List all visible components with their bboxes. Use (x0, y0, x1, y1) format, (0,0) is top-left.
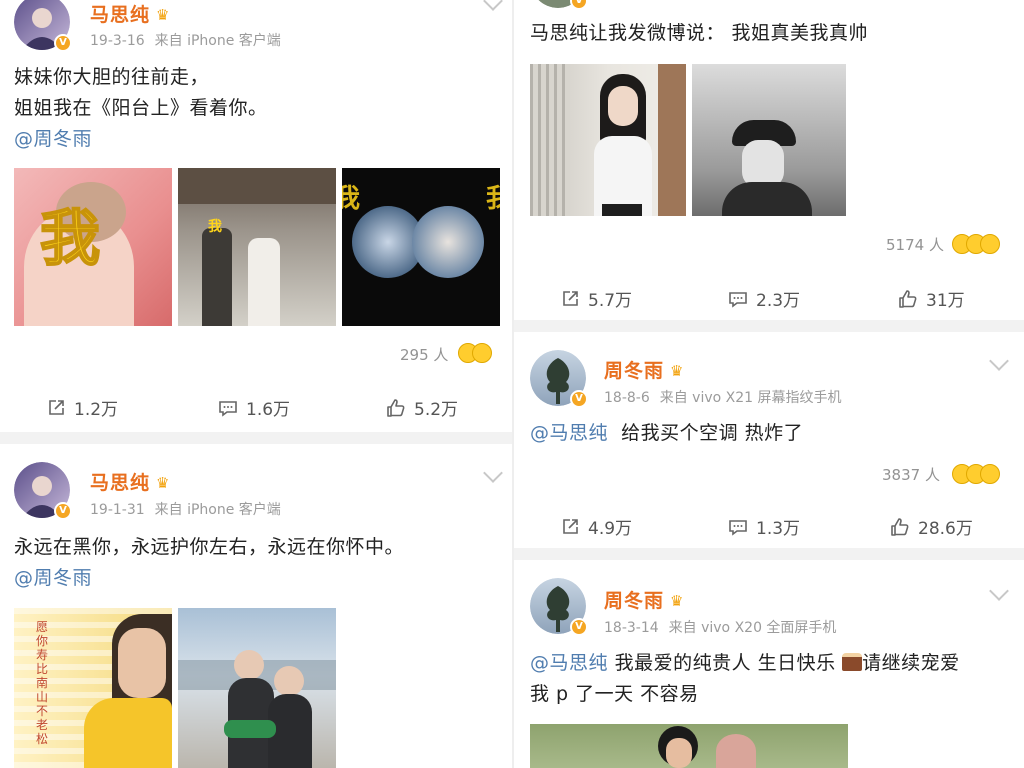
verified-v-icon: V (570, 390, 588, 408)
crown-badge-icon: ♛ (156, 474, 171, 492)
like-button[interactable]: 31万 (898, 286, 965, 311)
post-text: 永远在黑你，永远护你左右，永远在你怀中。 @周冬雨 (14, 532, 404, 594)
comment-icon (219, 400, 237, 417)
comment-icon (729, 519, 747, 536)
thumbs-up-icon (387, 398, 405, 417)
laughing-emoji-icon (980, 234, 1000, 254)
verified-v-icon: V (570, 0, 588, 10)
post-meta: 19-1-31 来自 iPhone 客户端 (90, 499, 281, 519)
post-date: 18-8-6 (604, 390, 650, 406)
thumbs-up-icon (899, 289, 917, 308)
comment-button[interactable]: 1.6万 (218, 395, 290, 420)
post-image[interactable] (692, 64, 846, 216)
repost-icon (563, 518, 578, 534)
likes-count[interactable]: 295 人 (400, 344, 448, 365)
verified-v-icon: V (54, 502, 72, 520)
username[interactable]: 马思纯 ♛ (90, 468, 170, 495)
post-date: 19-1-31 (90, 502, 145, 518)
chevron-down-icon[interactable] (483, 463, 503, 483)
post-separator (514, 320, 1024, 332)
crown-badge-icon: ♛ (670, 592, 685, 610)
avatar[interactable]: V (530, 0, 588, 10)
post-text: @马思纯 我最爱的纯贵人 生日快乐 请继续宠爱 我 p 了一天 不容易 (530, 652, 960, 705)
left-feed-column: V 马思纯 ♛ 19-3-16 来自 iPhone 客户端 妹妹你大胆的往前走， 姐… (0, 0, 512, 768)
laughing-emoji-icon (980, 464, 1000, 484)
surprised-emoji-icon (472, 343, 492, 363)
comment-icon (729, 291, 747, 308)
mention-link[interactable]: @马思纯 (530, 422, 608, 444)
likes-count[interactable]: 3837 人 (882, 464, 940, 485)
post-text: 妹妹你大胆的往前走， 姐姐我在《阳台上》看着你。 @周冬雨 (14, 62, 268, 155)
verified-v-icon: V (54, 34, 72, 52)
image-overlay-text: 我 (39, 203, 101, 275)
username[interactable]: 周冬雨 ♛ (604, 356, 684, 383)
weibo-post: V 马思纯 ♛ 19-3-16 来自 iPhone 客户端 妹妹你大胆的往前走， 姐… (0, 0, 512, 432)
post-meta: 18-3-14 来自 vivo X20 全面屏手机 (604, 617, 836, 637)
repost-button[interactable]: 4.9万 (560, 514, 632, 539)
post-date: 18-3-14 (604, 620, 659, 636)
avatar[interactable]: V (14, 0, 72, 52)
repost-button[interactable]: 1.2万 (46, 395, 118, 420)
weibo-post: V 马思纯 ♛ 19-1-31 来自 iPhone 客户端 永远在黑你，永远护你左右… (0, 444, 512, 768)
post-meta: 19-3-16 来自 iPhone 客户端 (90, 30, 281, 50)
thumbs-up-icon (891, 517, 909, 536)
chevron-down-icon[interactable] (483, 0, 503, 11)
like-button[interactable]: 28.6万 (890, 514, 973, 539)
comment-button[interactable]: 2.3万 (728, 286, 800, 311)
weibo-post: V 周冬雨 ♛ 18-8-6 来自 vivo X21 屏幕指纹手机 @马思纯 给我买… (514, 332, 1024, 548)
post-text: @马思纯 给我买个空调 热炸了 (530, 422, 804, 444)
post-date: 19-3-16 (90, 33, 145, 49)
post-separator (514, 548, 1024, 560)
right-feed-column: V 马思纯让我发微博说： 我姐真美我真帅 5174 人 5.7万 2.3万 31… (514, 0, 1024, 768)
repost-icon (49, 399, 64, 415)
verified-v-icon: V (570, 618, 588, 636)
reaction-emojis (458, 343, 498, 365)
post-text: 马思纯让我发微博说： 我姐真美我真帅 (530, 22, 869, 44)
avatar[interactable]: V (530, 350, 588, 408)
post-image[interactable]: 愿你寿比南山不老松 (14, 608, 172, 768)
post-image[interactable] (530, 724, 848, 768)
weibo-post: V 马思纯让我发微博说： 我姐真美我真帅 5174 人 5.7万 2.3万 31… (514, 0, 1024, 320)
crown-badge-icon: ♛ (156, 6, 171, 24)
post-source: 来自 vivo X21 屏幕指纹手机 (659, 390, 842, 406)
avatar[interactable]: V (530, 578, 588, 636)
avatar[interactable]: V (14, 462, 72, 520)
post-meta: 18-8-6 来自 vivo X21 屏幕指纹手机 (604, 387, 842, 407)
username[interactable]: 周冬雨 ♛ (604, 586, 684, 613)
post-source: 来自 vivo X20 全面屏手机 (668, 620, 837, 636)
like-button[interactable]: 5.2万 (386, 395, 458, 420)
post-image[interactable]: 我 (14, 168, 172, 326)
image-overlay-text: 我 (208, 219, 222, 235)
post-source: 来自 iPhone 客户端 (154, 33, 281, 49)
post-image[interactable] (530, 64, 686, 216)
repost-icon (563, 290, 578, 306)
birthday-cake-emoji (842, 653, 863, 671)
username[interactable]: 马思纯 ♛ (90, 0, 170, 27)
mention-link[interactable]: @马思纯 (530, 652, 608, 674)
chevron-down-icon[interactable] (989, 581, 1009, 601)
repost-button[interactable]: 5.7万 (560, 286, 632, 311)
likes-count[interactable]: 5174 人 (886, 234, 944, 255)
weibo-post: V 周冬雨 ♛ 18-3-14 来自 vivo X20 全面屏手机 @马思纯 我最爱… (514, 560, 1024, 768)
post-source: 来自 iPhone 客户端 (154, 502, 281, 518)
reaction-emojis (952, 464, 1008, 486)
chevron-down-icon[interactable] (989, 351, 1009, 371)
reaction-emojis (952, 234, 1008, 256)
post-separator (0, 432, 512, 444)
crown-badge-icon: ♛ (670, 362, 685, 380)
post-image[interactable]: 我 我 (342, 168, 500, 326)
mention-link[interactable]: @周冬雨 (14, 563, 404, 594)
mention-link[interactable]: @周冬雨 (14, 124, 268, 155)
comment-button[interactable]: 1.3万 (728, 514, 800, 539)
post-image[interactable]: 我 (178, 168, 336, 326)
post-image[interactable] (178, 608, 336, 768)
